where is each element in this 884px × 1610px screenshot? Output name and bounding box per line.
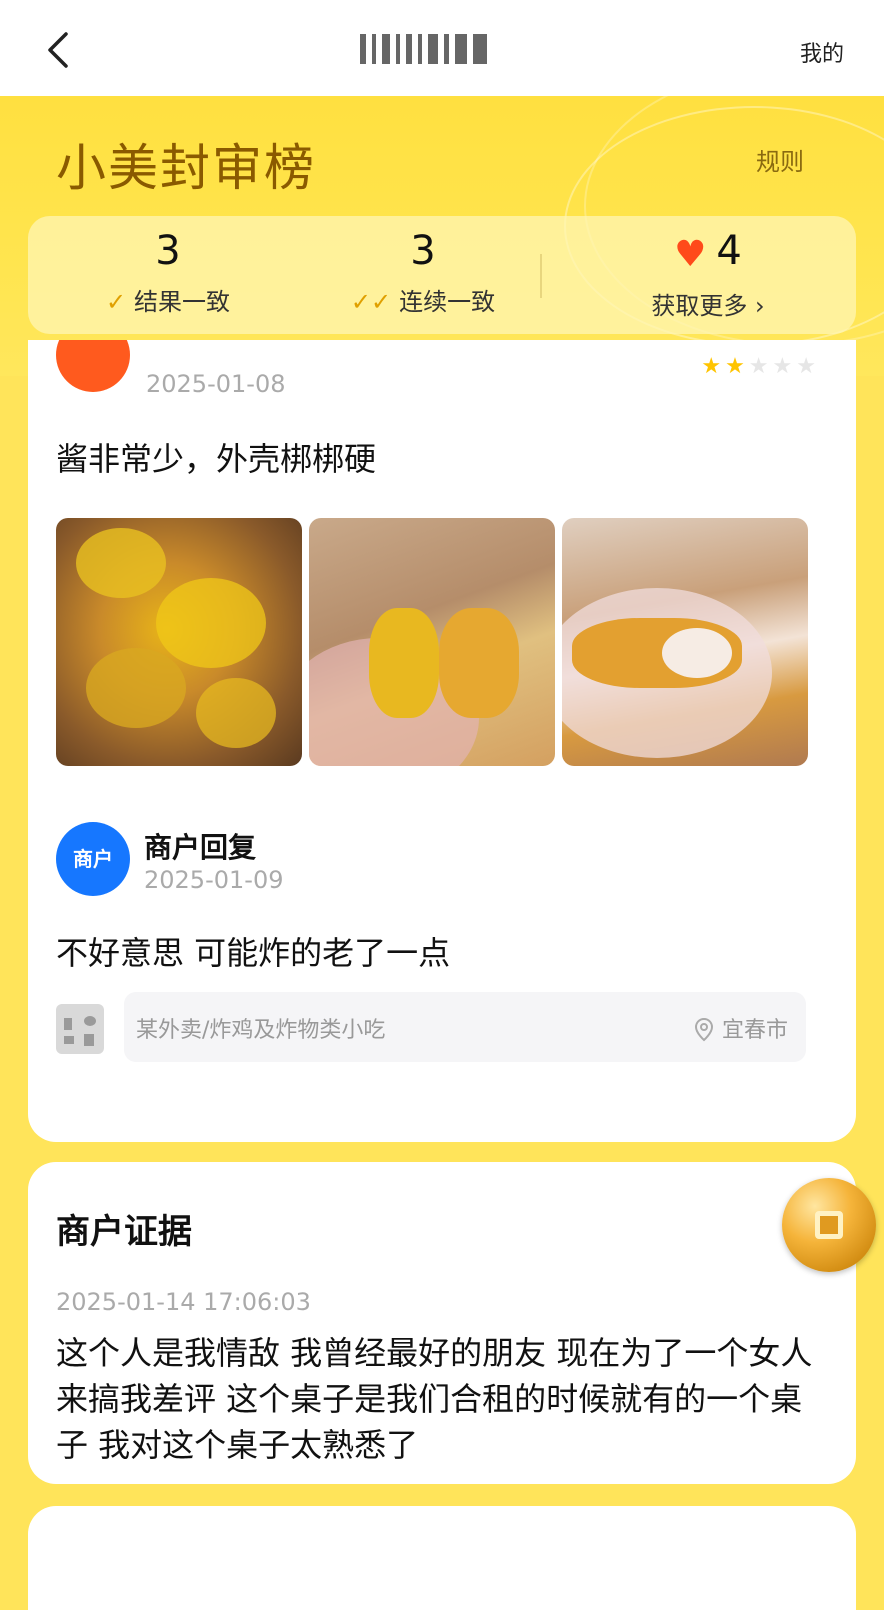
user-avatar [56, 340, 130, 392]
review-photo[interactable] [562, 518, 808, 766]
evidence-title: 商户证据 [56, 1212, 192, 1252]
coin-reward-button[interactable] [782, 1178, 876, 1272]
review-photo[interactable] [309, 518, 555, 766]
store-category: 某外卖/炸鸡及炸物类小吃 [136, 1018, 386, 1043]
rules-link[interactable]: 规则 [756, 142, 804, 177]
star-rating: ★★★★★ [701, 354, 820, 379]
merchant-reply-title: 商户回复 [144, 831, 257, 864]
stat-consecutive: 3 ✓✓ 连续一致 [323, 216, 523, 334]
review-photo[interactable] [56, 518, 302, 766]
double-check-icon: ✓✓ [350, 288, 392, 316]
stat-consistent-result: 3 ✓ 结果一致 [68, 216, 268, 334]
review-card: 2025-01-08 ★★★★★ 酱非常少，外壳梆梆硬 商户 商户回复 2025… [28, 340, 856, 1142]
stat-label: 连续一致 [399, 288, 496, 316]
chevron-right-icon: › [747, 292, 765, 320]
location-pin-icon [694, 1018, 713, 1042]
chevron-left-icon [48, 32, 68, 68]
nav-title-redacted [360, 34, 524, 68]
back-button[interactable] [40, 28, 80, 72]
stat-get-more[interactable]: ♥ 4 获取更多 › [608, 216, 808, 334]
store-city: 宜春市 [721, 1018, 788, 1043]
merchant-reply-date: 2025-01-09 [144, 866, 284, 894]
review-photos [56, 518, 808, 766]
star-icon: ★ [701, 354, 726, 379]
mine-link[interactable]: 我的 [800, 36, 844, 68]
stat-value: 3 [155, 228, 181, 274]
next-card [28, 1506, 856, 1610]
heart-icon: ♥ [674, 234, 707, 275]
stat-value: 4 [716, 228, 742, 274]
check-icon: ✓ [105, 288, 127, 316]
page-title: 小美封审榜 [56, 139, 316, 197]
coin-icon [815, 1211, 843, 1239]
get-more-label: 获取更多 [651, 292, 748, 320]
stats-panel: 3 ✓ 结果一致 3 ✓✓ 连续一致 ♥ 4 获取更多 › [28, 216, 856, 334]
star-icon: ★ [772, 354, 797, 379]
store-location: 宜春市 [694, 1012, 788, 1044]
store-icon [56, 1004, 104, 1054]
stat-value: 3 [410, 228, 436, 274]
ranking-header: 小美封审榜 规则 3 ✓ 结果一致 3 ✓✓ 连续一致 ♥ 4 获取更多 › [0, 96, 884, 376]
evidence-date: 2025-01-14 17:06:03 [56, 1288, 311, 1316]
store-info-bar[interactable]: 某外卖/炸鸡及炸物类小吃 宜春市 [124, 992, 806, 1062]
evidence-card: 商户证据 2025-01-14 17:06:03 这个人是我情敌 我曾经最好的朋… [28, 1162, 856, 1484]
merchant-avatar: 商户 [56, 822, 130, 896]
star-icon: ★ [796, 354, 820, 379]
merchant-reply-text: 不好意思 可能炸的老了一点 [56, 934, 451, 972]
star-icon: ★ [748, 354, 773, 379]
star-icon: ★ [725, 354, 749, 379]
divider [540, 254, 542, 298]
stat-label: 结果一致 [134, 288, 231, 316]
top-nav-bar: 我的 [0, 0, 884, 96]
review-text: 酱非常少，外壳梆梆硬 [56, 440, 377, 478]
review-date: 2025-01-08 [146, 370, 286, 398]
evidence-text: 这个人是我情敌 我曾经最好的朋友 现在为了一个女人来搞我差评 这个桌子是我们合租… [56, 1334, 813, 1464]
